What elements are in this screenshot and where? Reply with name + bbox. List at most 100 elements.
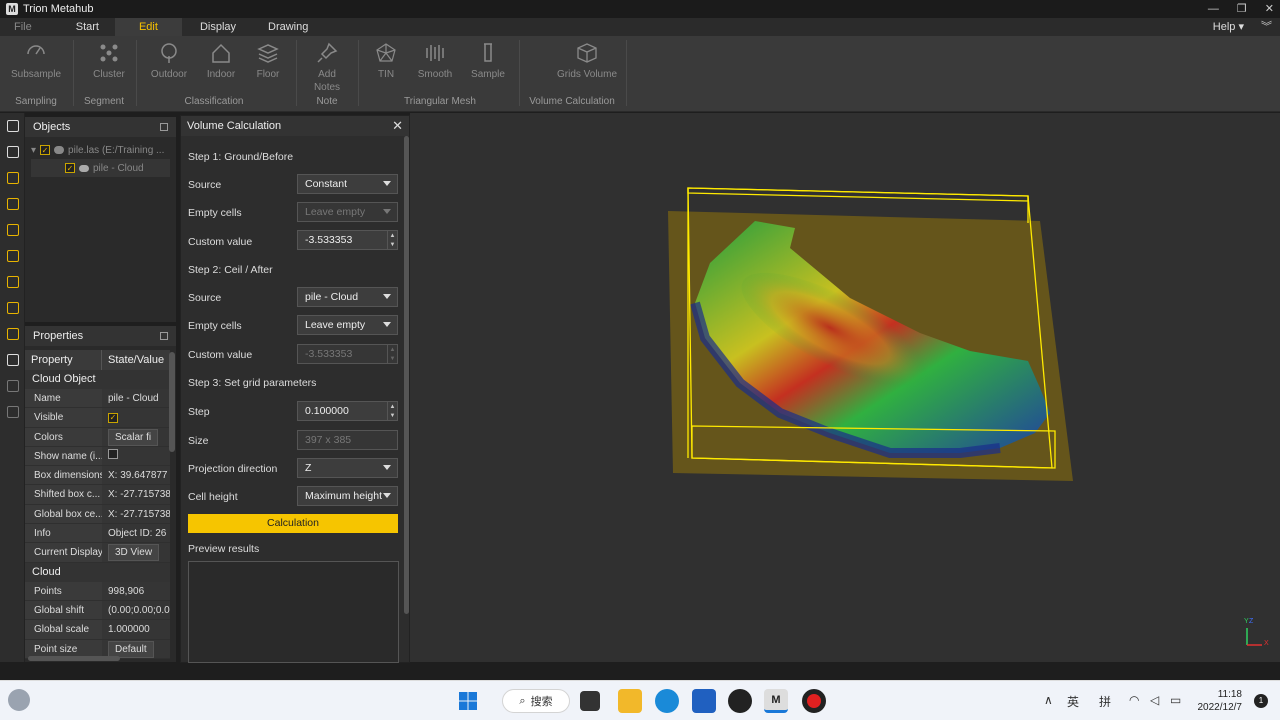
property-value[interactable]: 1.000000 <box>102 620 170 639</box>
spin-down-icon[interactable]: ▼ <box>388 411 397 420</box>
root-checkbox[interactable]: ✓ <box>40 145 51 155</box>
ime-english[interactable]: 英 <box>1067 693 1079 710</box>
property-value[interactable]: Scalar fi <box>102 427 170 446</box>
projection-select[interactable]: Z <box>297 458 398 478</box>
iso-view-2-icon[interactable] <box>0 347 25 373</box>
show-name-checkbox[interactable] <box>108 448 118 459</box>
view-bottom-icon[interactable] <box>0 295 25 321</box>
property-row[interactable]: Global scale 1.000000 <box>25 620 170 640</box>
property-value[interactable]: X: 39.647877 <box>102 466 170 485</box>
cell-height-select[interactable]: Maximum height <box>297 486 398 506</box>
file-explorer-icon[interactable] <box>618 689 642 713</box>
colors-select[interactable]: Scalar fi <box>108 428 159 446</box>
ime-pinyin[interactable]: 拼 <box>1099 693 1111 710</box>
tin-button[interactable]: TIN <box>360 42 412 81</box>
property-value[interactable]: pile - Cloud <box>102 389 170 408</box>
ribbon-collapse-icon[interactable]: ︾ <box>1261 18 1272 36</box>
property-value[interactable]: Object ID: 26 <box>102 524 170 543</box>
property-row[interactable]: Shifted box c... X: -27.715738 <box>25 485 170 505</box>
property-row[interactable]: Global box ce... X: -27.715738 <box>25 504 170 525</box>
menu-display[interactable]: Display <box>182 18 254 36</box>
grids-volume-button[interactable]: Grids Volume <box>556 42 618 81</box>
menu-drawing[interactable]: Drawing <box>254 18 322 36</box>
s1-custom-spinbox[interactable]: -3.533353 ▲ ▼ <box>297 230 398 250</box>
battery-icon[interactable]: ▭ <box>1170 693 1181 707</box>
floor-button[interactable]: Floor <box>242 42 294 81</box>
spin-up-icon[interactable]: ▲ <box>388 402 397 411</box>
property-row[interactable]: Points 998,906 <box>25 581 170 601</box>
property-value[interactable]: ✓ <box>102 408 170 427</box>
metahub-app-icon[interactable]: M <box>764 689 788 713</box>
view-front-icon[interactable] <box>0 191 25 217</box>
dock-icon[interactable] <box>160 123 168 131</box>
record-icon[interactable] <box>802 689 826 713</box>
close-window-icon[interactable]: ✕ <box>1265 0 1274 18</box>
property-row[interactable]: Box dimensions X: 39.647877 <box>25 466 170 486</box>
clock[interactable]: 11:18 2022/12/7 <box>1198 688 1243 714</box>
property-row[interactable]: Global shift (0.00;0.00;0.0 <box>25 600 170 621</box>
tree-item-cloud[interactable]: ✓ pile - Cloud <box>31 159 170 177</box>
s2-source-select[interactable]: pile - Cloud <box>297 287 398 307</box>
view-back-icon[interactable] <box>0 243 25 269</box>
current-display-select[interactable]: 3D View <box>108 544 160 562</box>
property-value[interactable]: X: -27.715738 <box>102 504 170 524</box>
s1-source-select[interactable]: Constant <box>297 174 398 194</box>
property-row[interactable]: Show name (i... <box>25 446 170 467</box>
property-row[interactable]: Current Display 3D View <box>25 543 170 563</box>
indoor-button[interactable]: Indoor <box>195 42 247 81</box>
spin-up-icon[interactable]: ▲ <box>388 231 397 240</box>
expand-arrow-icon[interactable]: ▾ <box>31 145 36 156</box>
property-row[interactable]: Colors Scalar fi <box>25 427 170 447</box>
subsample-button[interactable]: Subsample <box>10 42 62 81</box>
visible-checkbox[interactable]: ✓ <box>108 412 118 423</box>
dock-icon[interactable] <box>160 332 168 340</box>
cluster-button[interactable]: Cluster <box>83 42 135 81</box>
outdoor-button[interactable]: Outdoor <box>143 42 195 81</box>
lock-tool-icon[interactable] <box>0 139 25 165</box>
measure-tool-icon[interactable] <box>0 373 25 399</box>
cloud-checkbox[interactable]: ✓ <box>65 163 75 173</box>
smooth-button[interactable]: Smooth <box>409 42 461 81</box>
start-icon[interactable] <box>456 689 480 713</box>
crop-tool-icon[interactable] <box>0 399 25 425</box>
s2-empty-select[interactable]: Leave empty <box>297 315 398 335</box>
property-value[interactable] <box>102 446 170 466</box>
add-notes-button[interactable]: Add Notes <box>301 42 353 94</box>
store-icon[interactable] <box>692 689 716 713</box>
property-row[interactable]: Info Object ID: 26 <box>25 524 170 544</box>
step-spinbox[interactable]: 0.100000 ▲ ▼ <box>297 401 398 421</box>
tree-item-root[interactable]: ▾ ✓ pile.las (E:/Training ... <box>31 141 170 159</box>
calculation-button[interactable]: Calculation <box>188 514 398 533</box>
property-value[interactable]: 998,906 <box>102 581 170 600</box>
edge-browser-icon[interactable] <box>655 689 679 713</box>
spin-down-icon[interactable]: ▼ <box>388 240 397 249</box>
property-row[interactable]: Name pile - Cloud <box>25 389 170 409</box>
notification-badge[interactable]: 1 <box>1254 694 1268 708</box>
minimize-icon[interactable]: — <box>1208 0 1219 18</box>
menu-help[interactable]: Help ▾ <box>1213 18 1244 36</box>
restore-icon[interactable]: ❐ <box>1237 0 1247 18</box>
select-tool-icon[interactable] <box>0 113 25 139</box>
iso-view-1-icon[interactable] <box>0 321 25 347</box>
dell-icon[interactable] <box>728 689 752 713</box>
dialog-scrollbar[interactable] <box>404 136 409 614</box>
task-view-icon[interactable] <box>580 691 600 711</box>
close-icon[interactable]: ✕ <box>392 118 403 134</box>
tray-overflow-icon[interactable]: ∧ <box>1044 693 1053 707</box>
view-right-icon[interactable] <box>0 269 25 295</box>
property-value[interactable]: (0.00;0.00;0.0 <box>102 600 170 620</box>
property-value[interactable]: X: -27.715738 <box>102 485 170 504</box>
widgets-icon[interactable] <box>8 689 30 711</box>
properties-hscrollbar[interactable] <box>28 656 120 661</box>
property-row[interactable]: Visible ✓ <box>25 408 170 428</box>
sample-button[interactable]: Sample <box>462 42 514 81</box>
menu-edit[interactable]: Edit <box>114 18 182 36</box>
view-left-icon[interactable] <box>0 217 25 243</box>
properties-scrollbar[interactable] <box>169 352 175 452</box>
taskbar-search[interactable]: ⌕ 搜索 <box>502 689 570 713</box>
property-value[interactable]: 3D View <box>102 543 170 562</box>
volume-icon[interactable]: ◁ <box>1150 693 1159 707</box>
wifi-icon[interactable]: ◠ <box>1129 693 1139 707</box>
menu-start[interactable]: Start <box>46 18 115 36</box>
view-top-icon[interactable] <box>0 165 25 191</box>
